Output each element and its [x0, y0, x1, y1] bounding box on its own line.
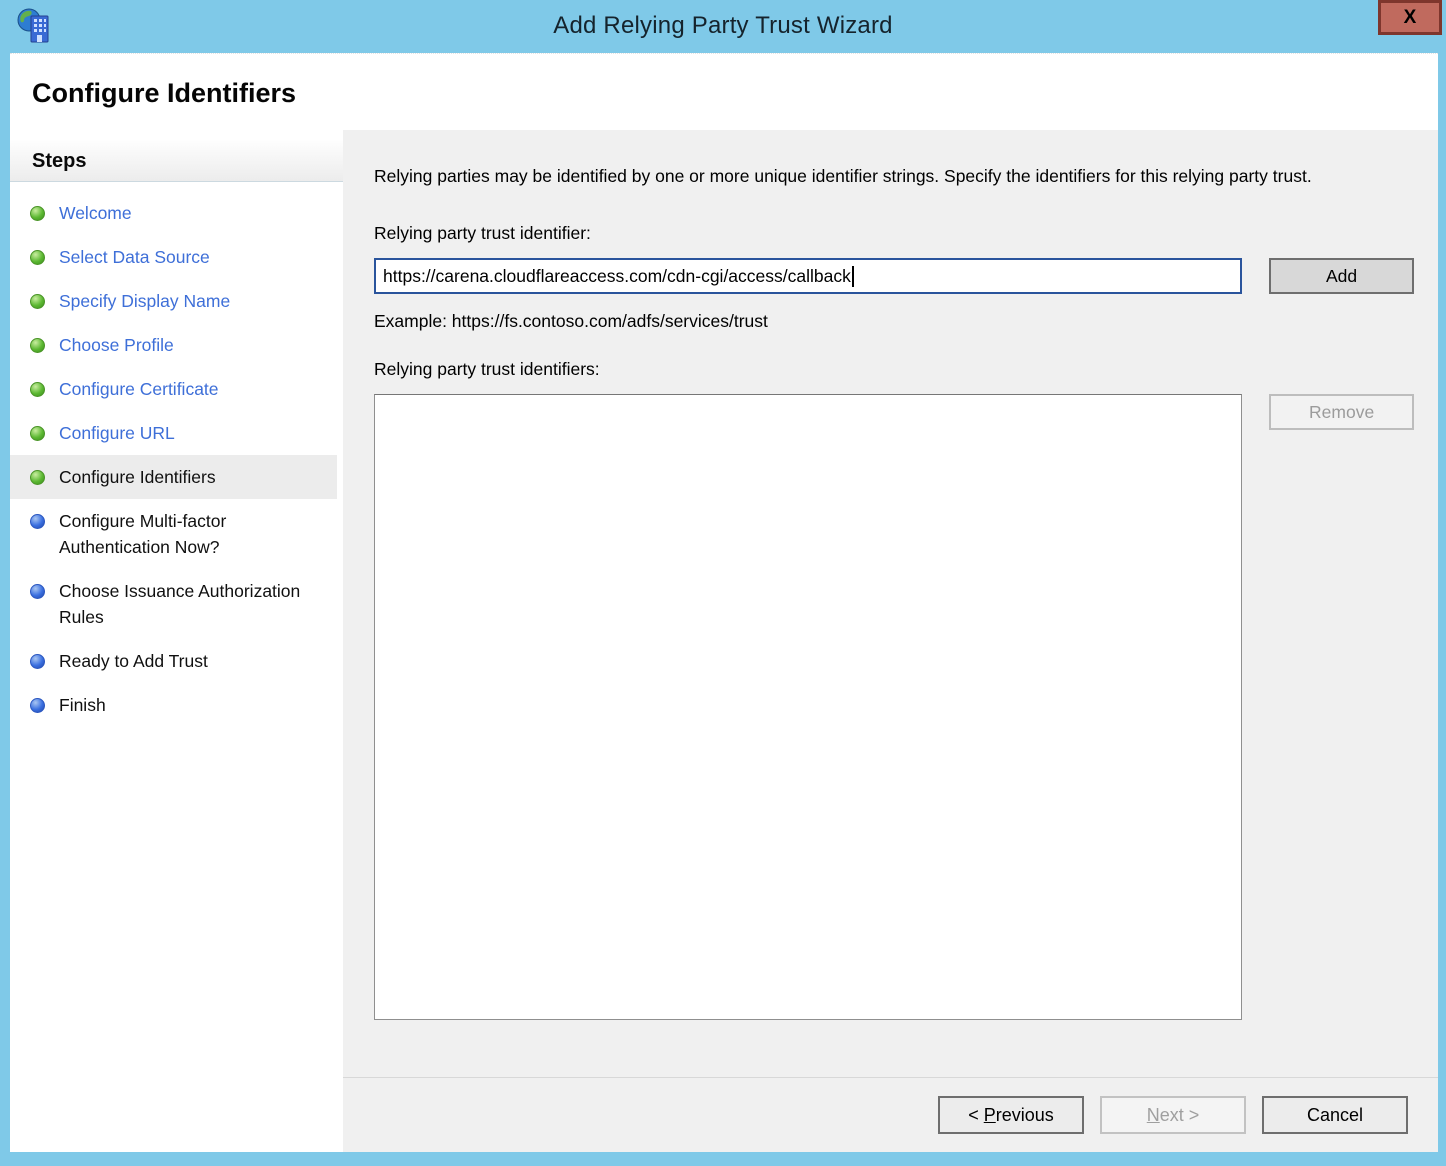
sidebar-step-finish: Finish: [10, 683, 343, 727]
step-label: Finish: [59, 692, 106, 718]
sidebar-step-specify-display-name[interactable]: Specify Display Name: [10, 279, 343, 323]
sidebar-step-configure-url[interactable]: Configure URL: [10, 411, 343, 455]
steps-list: Welcome Select Data Source Specify Display…: [10, 182, 343, 727]
steps-heading: Steps: [10, 140, 343, 182]
sidebar-step-configure-identifiers: Configure Identifiers: [10, 455, 337, 499]
sidebar-step-ready-to-add-trust: Ready to Add Trust: [10, 639, 343, 683]
identifier-input[interactable]: https://carena.cloudflareaccess.com/cdn-…: [374, 258, 1242, 294]
example-text: Example: https://fs.contoso.com/adfs/ser…: [374, 311, 1414, 332]
page-header: Configure Identifiers: [10, 53, 1438, 130]
green-dot-icon: [30, 382, 45, 397]
text-caret: [852, 266, 854, 287]
step-label: Configure Identifiers: [59, 464, 216, 490]
identifier-label: Relying party trust identifier:: [374, 223, 1414, 244]
sidebar-step-select-data-source[interactable]: Select Data Source: [10, 235, 343, 279]
step-label: Welcome: [59, 200, 132, 226]
identifiers-list-label: Relying party trust identifiers:: [374, 359, 1414, 380]
step-label: Specify Display Name: [59, 288, 230, 314]
blue-dot-icon: [30, 698, 45, 713]
wizard-window: Add Relying Party Trust Wizard X Configu…: [0, 0, 1446, 1166]
step-label: Ready to Add Trust: [59, 648, 208, 674]
sidebar-step-welcome[interactable]: Welcome: [10, 191, 343, 235]
intro-text: Relying parties may be identified by one…: [374, 163, 1359, 190]
sidebar-step-configure-multi-factor-authentication-now: Configure Multi-factor Authentication No…: [10, 499, 343, 569]
sidebar-step-choose-issuance-authorization-rules: Choose Issuance Authorization Rules: [10, 569, 343, 639]
wizard-footer: < Previous Next > Cancel: [343, 1077, 1438, 1152]
blue-dot-icon: [30, 654, 45, 669]
step-label: Select Data Source: [59, 244, 210, 270]
add-button[interactable]: Add: [1269, 258, 1414, 294]
close-x-icon: X: [1404, 7, 1417, 28]
green-dot-icon: [30, 294, 45, 309]
remove-button: Remove: [1269, 394, 1414, 430]
step-label: Configure Multi-factor Authentication No…: [59, 508, 304, 560]
green-dot-icon: [30, 470, 45, 485]
close-button[interactable]: X: [1378, 0, 1442, 35]
step-label: Configure Certificate: [59, 376, 219, 402]
green-dot-icon: [30, 426, 45, 441]
next-button: Next >: [1100, 1096, 1246, 1134]
green-dot-icon: [30, 206, 45, 221]
blue-dot-icon: [30, 584, 45, 599]
steps-sidebar: Steps Welcome Select Data Source Specify D…: [10, 130, 343, 1152]
title-bar: Add Relying Party Trust Wizard X: [0, 0, 1446, 53]
sidebar-step-choose-profile[interactable]: Choose Profile: [10, 323, 343, 367]
green-dot-icon: [30, 250, 45, 265]
step-label: Configure URL: [59, 420, 175, 446]
step-label: Choose Profile: [59, 332, 174, 358]
wizard-frame: Configure Identifiers Steps Welcome Selec…: [10, 53, 1438, 1152]
cancel-button[interactable]: Cancel: [1262, 1096, 1408, 1134]
sidebar-step-configure-certificate[interactable]: Configure Certificate: [10, 367, 343, 411]
window-title: Add Relying Party Trust Wizard: [0, 12, 1446, 40]
identifier-input-value: https://carena.cloudflareaccess.com/cdn-…: [383, 266, 851, 287]
previous-button[interactable]: < Previous: [938, 1096, 1084, 1134]
blue-dot-icon: [30, 514, 45, 529]
step-label: Choose Issuance Authorization Rules: [59, 578, 304, 630]
identifiers-listbox[interactable]: [374, 394, 1242, 1020]
green-dot-icon: [30, 338, 45, 353]
main-panel: Relying parties may be identified by one…: [343, 130, 1438, 1077]
page-title: Configure Identifiers: [10, 54, 1438, 109]
